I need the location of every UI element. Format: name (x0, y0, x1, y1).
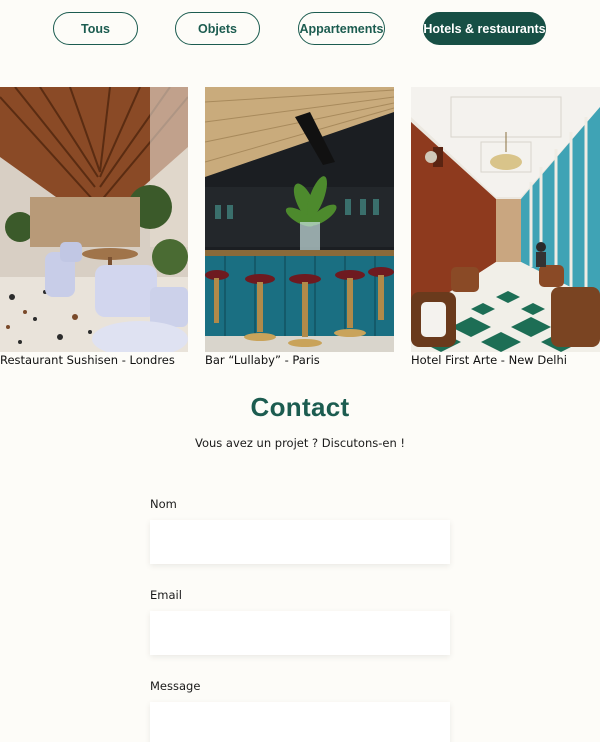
filter-button-appartements[interactable]: Appartements (298, 12, 385, 45)
name-field[interactable] (150, 520, 450, 564)
email-label: Email (150, 588, 182, 602)
gallery-card-bar[interactable]: Bar “Lullaby” - Paris (205, 87, 394, 377)
gallery-card-restaurant[interactable]: Restaurant Sushisen - Londres (0, 87, 188, 377)
hotel-lobby-photo[interactable] (411, 87, 600, 352)
filter-button-hotels-restaurants[interactable]: Hotels & restaurants (423, 12, 546, 45)
message-field[interactable] (150, 702, 450, 742)
email-field[interactable] (150, 611, 450, 655)
gallery-caption: Restaurant Sushisen - Londres (0, 353, 175, 367)
gallery-caption: Hotel First Arte - New Delhi (411, 353, 567, 367)
contact-subtitle: Vous avez un projet ? Discutons-en ! (194, 436, 406, 450)
restaurant-interior-photo[interactable] (0, 87, 188, 352)
message-label: Message (150, 679, 201, 693)
bar-interior-photo[interactable] (205, 87, 394, 352)
project-gallery: Restaurant Sushisen - Londres Bar “Lulla… (0, 87, 600, 377)
contact-title: Contact (250, 392, 350, 422)
gallery-caption: Bar “Lullaby” - Paris (205, 353, 320, 367)
filter-button-objets[interactable]: Objets (175, 12, 260, 45)
name-label: Nom (150, 497, 177, 511)
gallery-card-hotel[interactable]: Hotel First Arte - New Delhi (411, 87, 600, 377)
filter-bar: Tous Objets Appartements Hotels & restau… (0, 12, 600, 46)
filter-button-tous[interactable]: Tous (53, 12, 138, 45)
page: Tous Objets Appartements Hotels & restau… (0, 0, 600, 742)
